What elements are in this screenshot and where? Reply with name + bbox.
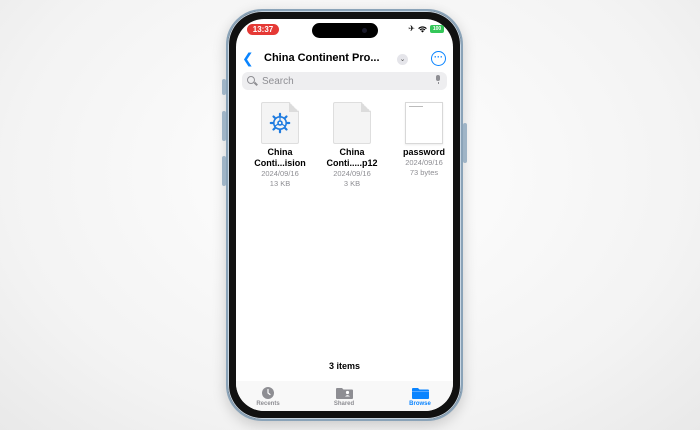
tab-label: Browse [409,401,431,407]
clock-icon [243,386,293,399]
file-name: password [402,147,445,157]
search-bar[interactable] [242,72,447,90]
folder-icon [395,386,445,399]
mic-icon[interactable] [435,75,441,84]
wifi-icon [418,25,427,32]
file-size: 73 bytes [409,168,439,177]
status-icons: ✈ 100 [408,24,444,34]
file-size: 3 KB [343,179,361,188]
search-icon [247,76,255,84]
tab-bar: Recents Shared Browse [236,381,453,411]
file-item[interactable]: China Conti...ision 2024/09/16 13 KB [245,102,315,189]
chevron-left-icon[interactable]: ❮ [242,51,254,65]
file-date: 2024/09/16 [333,169,371,178]
status-time[interactable]: 13:37 [247,24,279,35]
status-bar: 13:37 ✈ 100 [236,19,453,43]
volume-down-button [222,156,226,186]
chevron-down-icon[interactable]: ⌄ [397,54,408,65]
dynamic-island [312,23,378,38]
vpn-config-icon [269,112,291,134]
battery-indicator: 100 [430,25,444,33]
volume-up-button [222,111,226,141]
screen: 13:37 ✈ 100 ❮ China Continent Pro... ⌄ ·… [236,19,453,411]
shared-folder-icon [319,386,369,399]
file-date: 2024/09/16 [405,158,443,167]
nav-bar: ❮ China Continent Pro... ⌄ ··· [236,49,453,69]
items-count: 3 items [328,361,361,371]
airplane-icon: ✈ [408,24,415,33]
camera-icon [362,28,367,33]
text-document-icon [405,102,443,144]
tab-recents[interactable]: Recents [243,386,293,407]
search-input[interactable] [262,74,422,88]
file-item[interactable]: China Conti.....p12 2024/09/16 3 KB [317,102,387,189]
tab-label: Recents [256,401,280,407]
file-name: Conti.....p12 [326,158,378,168]
tab-shared[interactable]: Shared [319,386,369,407]
tab-label: Shared [333,401,355,407]
file-name: China [339,147,365,157]
file-name: Conti...ision [254,158,306,168]
page-title[interactable]: China Continent Pro... [264,52,390,64]
file-name: China [267,147,293,157]
file-item[interactable]: password 2024/09/16 73 bytes [389,102,453,178]
tab-browse[interactable]: Browse [395,386,445,407]
file-date: 2024/09/16 [261,169,299,178]
more-button[interactable]: ··· [431,51,446,66]
phone-frame: 13:37 ✈ 100 ❮ China Continent Pro... ⌄ ·… [222,9,467,421]
action-button [222,79,226,95]
file-size: 13 KB [269,179,291,188]
power-button [463,123,467,163]
